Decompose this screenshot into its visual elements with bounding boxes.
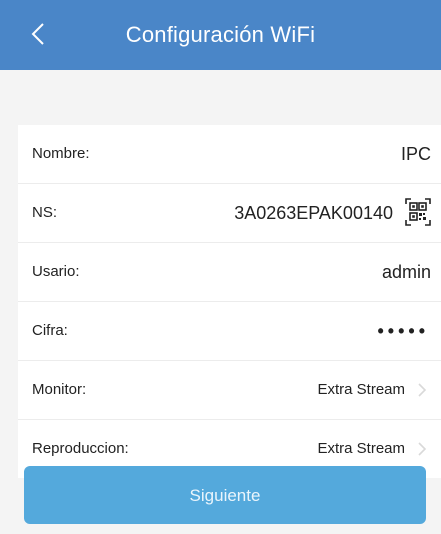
chevron-right-icon: [418, 383, 427, 397]
ns-row: NS: 3A0263EPAK00140: [18, 184, 441, 243]
chevron-right-icon: [418, 442, 427, 456]
ns-label: NS:: [32, 204, 58, 221]
password-row: Cifra: •••••: [18, 302, 441, 361]
name-row: Nombre: IPC: [18, 125, 441, 184]
password-value[interactable]: •••••: [377, 302, 429, 360]
ns-value: 3A0263EPAK00140: [234, 203, 393, 223]
name-value[interactable]: IPC: [401, 125, 431, 183]
settings-form: Nombre: IPC NS: 3A0263EPAK00140 Usario: …: [18, 125, 441, 478]
back-button[interactable]: [18, 12, 58, 56]
user-label: Usario:: [32, 263, 80, 280]
qr-code-icon: [405, 198, 431, 226]
page-title: Configuración WiFi: [125, 22, 316, 47]
qr-code-button[interactable]: [405, 198, 431, 226]
next-button[interactable]: Siguiente: [24, 466, 426, 524]
user-value[interactable]: admin: [382, 243, 431, 301]
password-label: Cifra:: [32, 322, 68, 339]
monitor-value: Extra Stream: [317, 381, 405, 398]
monitor-select[interactable]: Monitor: Extra Stream: [18, 361, 441, 420]
name-label: Nombre:: [32, 145, 90, 162]
user-row: Usario: admin: [18, 243, 441, 302]
monitor-label: Monitor:: [32, 381, 87, 398]
header-bar: Configuración WiFi: [0, 0, 441, 70]
chevron-left-icon: [31, 23, 44, 45]
